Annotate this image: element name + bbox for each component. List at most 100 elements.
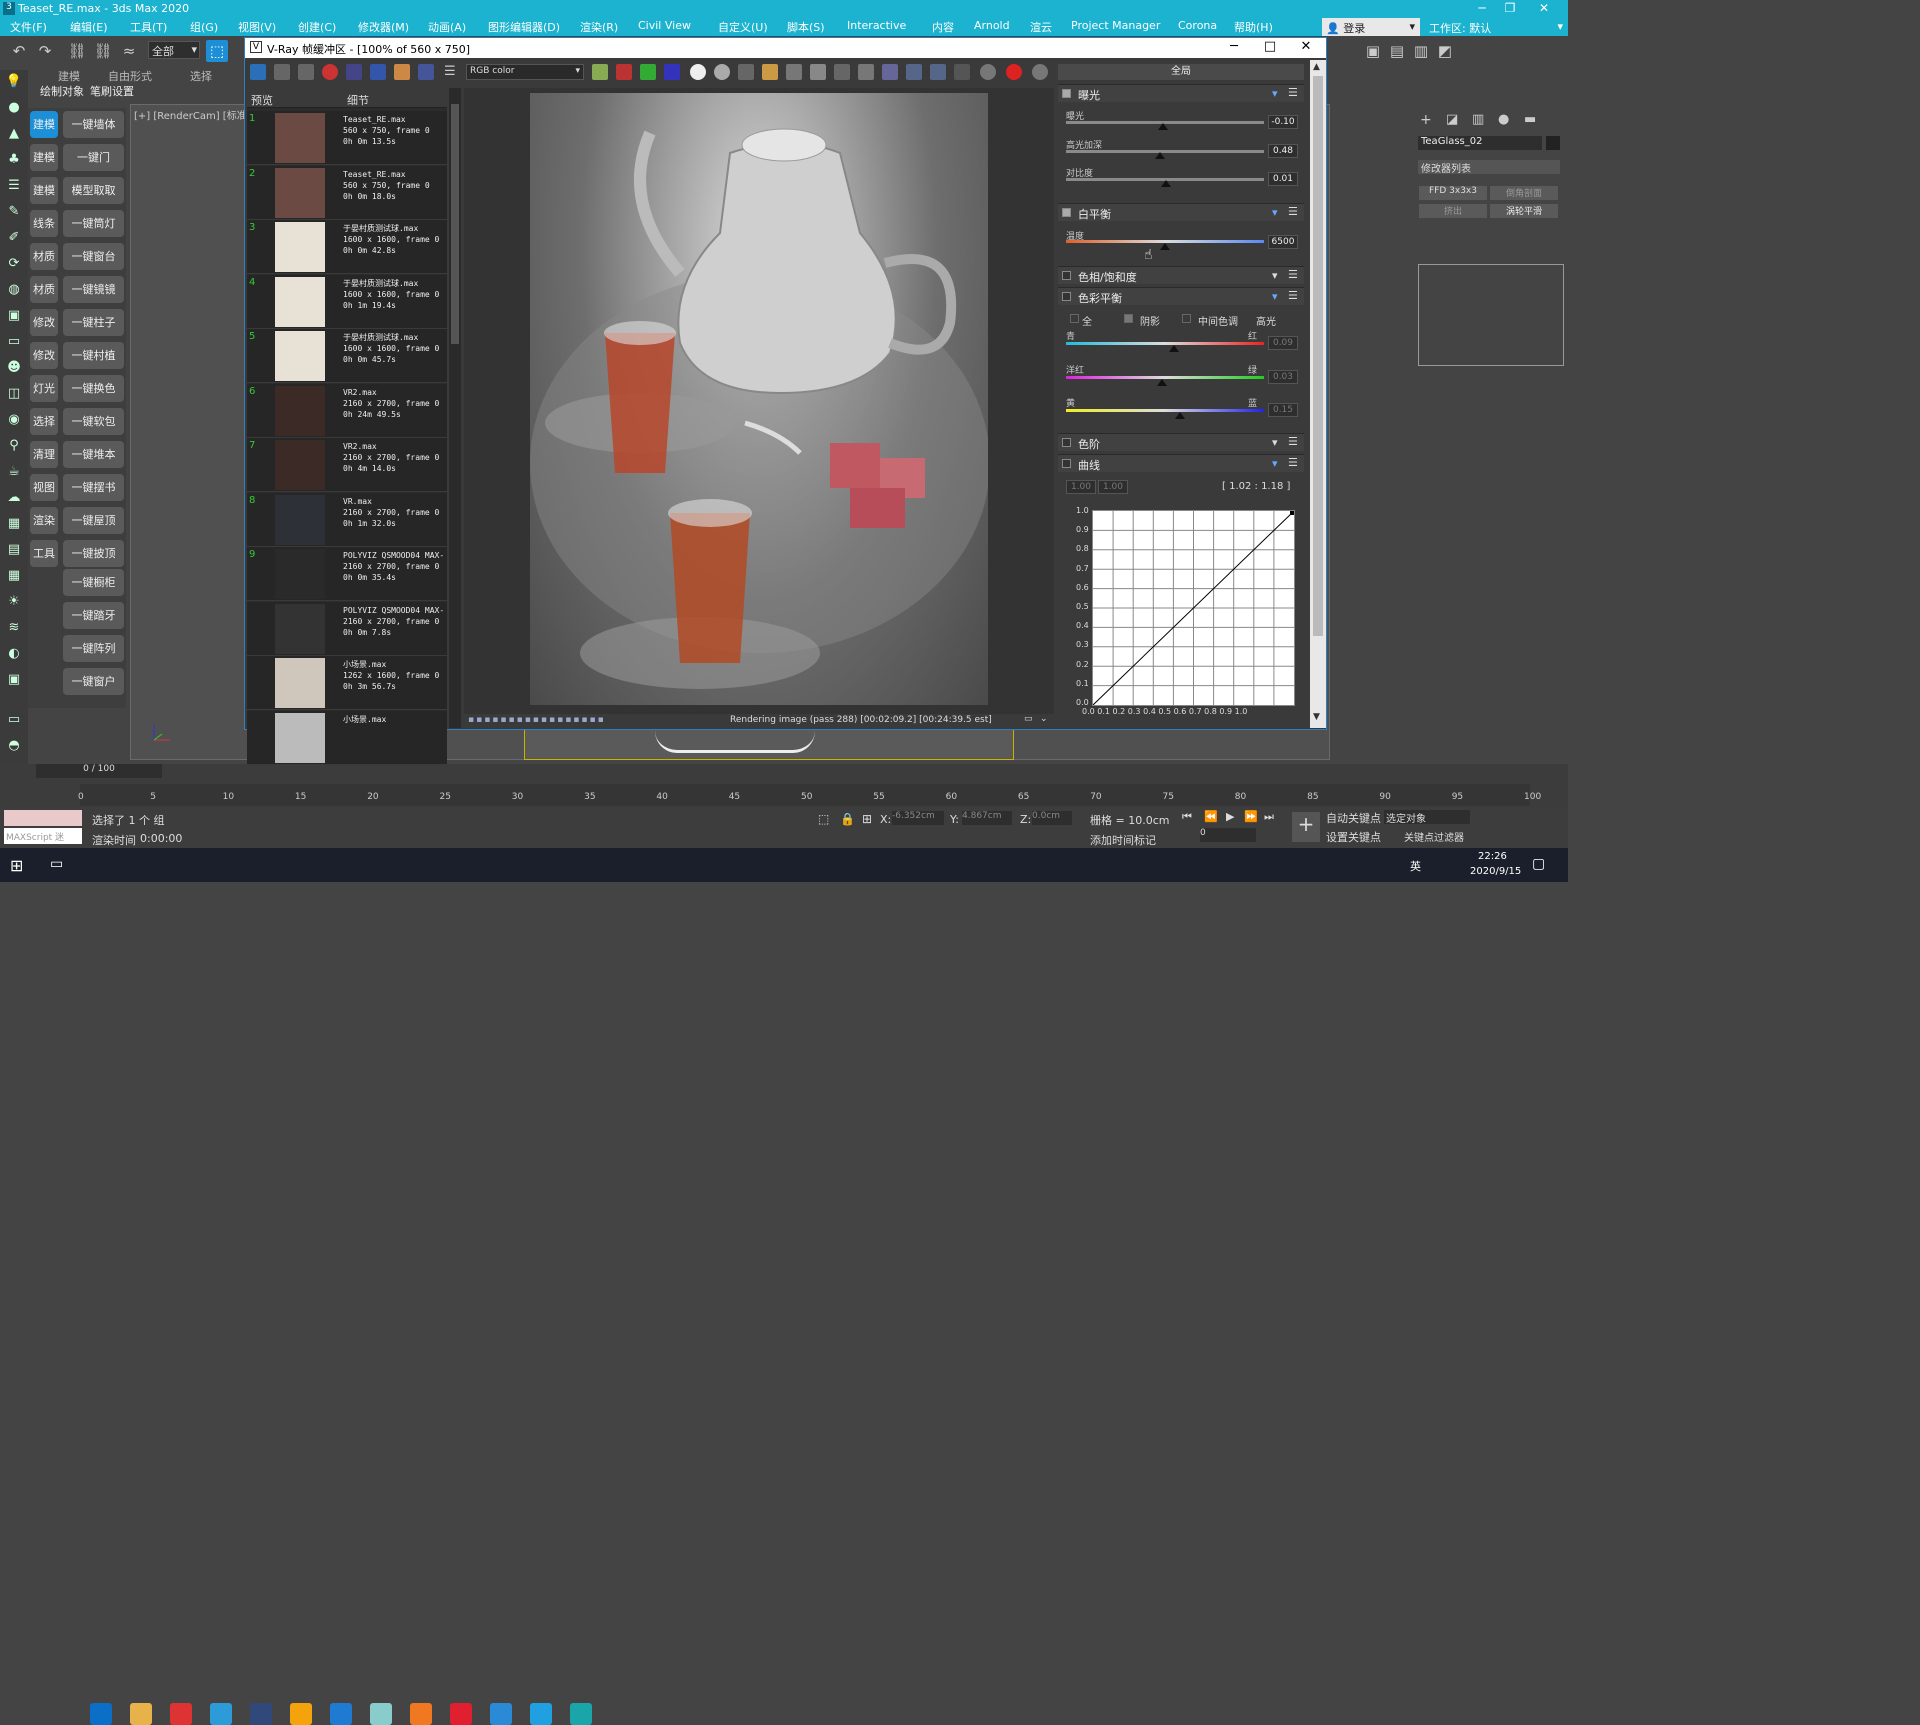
ribbon-tab-modeling[interactable]: 建模 [58, 68, 80, 84]
app-orange-icon[interactable] [410, 1703, 432, 1725]
vfb-color-icon[interactable] [592, 64, 608, 80]
menu-icon[interactable]: ☰ [1288, 435, 1298, 448]
color-balance-checkbox[interactable] [1062, 292, 1071, 301]
script-btn-cabinet[interactable]: 一键橱柜 [63, 569, 124, 596]
menu-view[interactable]: 视图(V) [238, 19, 276, 35]
script-btn-array[interactable]: 一键阵列 [63, 635, 124, 662]
paint-icon[interactable]: ◐ [4, 644, 24, 664]
expand-icon[interactable]: ▾ [1272, 457, 1278, 470]
camera-icon[interactable]: ▲ [4, 124, 24, 144]
history-thumbnail[interactable] [275, 276, 325, 327]
brush-icon[interactable]: ✐ [4, 228, 24, 248]
script-btn-slope-roof[interactable]: 一键披顶 [63, 540, 124, 567]
align-icon[interactable]: ▣ [1362, 40, 1384, 62]
netease-music-icon[interactable] [450, 1703, 472, 1725]
expand-icon[interactable]: ▾ [1272, 436, 1278, 449]
history-item[interactable]: 小场景.max 1262 x 1600, frame 0 0h 3m 56.7s [247, 656, 447, 710]
history-col-preview[interactable]: 预览 [251, 92, 273, 108]
hue-saturation-header[interactable]: 色相/饱和度 ▾ ☰ [1058, 266, 1304, 284]
grid-icon[interactable]: ▦ [4, 566, 24, 586]
menu-graph-editors[interactable]: 图形编辑器(D) [488, 19, 560, 35]
dome-icon[interactable]: ◓ [4, 736, 24, 756]
motion-icon[interactable]: ● [1498, 112, 1509, 127]
unlink-icon[interactable]: ⛓ [92, 40, 114, 62]
curves-checkbox[interactable] [1062, 459, 1071, 468]
cyan-red-value[interactable]: 0.09 [1268, 336, 1298, 350]
script-btn-downlight[interactable]: 一键筒灯 [63, 210, 124, 237]
script-btn-model2[interactable]: 建模2 [30, 144, 58, 191]
menu-tools[interactable]: 工具(T) [130, 19, 167, 35]
set-key-icon[interactable]: + [1292, 812, 1320, 842]
temperature-knob[interactable] [1160, 243, 1170, 250]
vfb-track-mouse-icon[interactable] [810, 64, 826, 80]
magenta-green-value[interactable]: 0.03 [1268, 370, 1298, 384]
script-btn-stack[interactable]: 一键堆本 [63, 441, 124, 468]
selected-objects-dropdown[interactable]: 选定对象 [1384, 810, 1470, 825]
select-object-icon[interactable]: ⬚ [206, 40, 228, 62]
object-color-swatch[interactable] [1546, 136, 1560, 150]
vfb-maximize-button[interactable]: □ [1255, 39, 1285, 54]
vfb-red-channel-icon[interactable] [616, 64, 632, 80]
add-time-tag[interactable]: 添加时间标记 [1090, 832, 1156, 848]
curves-header[interactable]: 曲线 ▾ ☰ [1058, 454, 1304, 472]
history-scrollbar[interactable] [449, 88, 461, 728]
history-item[interactable]: POLYVIZ QSMOOD04 MAX- 2160 x 2700, frame… [247, 601, 447, 656]
ffd-button[interactable]: FFD 3x3x3 [1419, 186, 1487, 200]
cloud-icon[interactable]: ☁ [4, 488, 24, 508]
script-btn-select[interactable]: 选择 [30, 408, 58, 435]
globe-icon[interactable]: ◍ [4, 280, 24, 300]
script-btn-material2[interactable]: 材质2 [30, 276, 58, 323]
vfb-lens-icon[interactable] [882, 64, 898, 80]
script-btn-mirror[interactable]: 一键镜镜 [63, 276, 124, 303]
ribbon-tab-freeform[interactable]: 自由形式 [108, 68, 152, 84]
bind-spacewarp-icon[interactable]: ≈ [118, 40, 140, 62]
vfb-denoise-icon[interactable] [930, 64, 946, 80]
balance-midtones-radio[interactable] [1182, 314, 1191, 323]
history-thumbnail[interactable] [275, 712, 325, 763]
absolute-mode-icon[interactable]: ⊞ [862, 812, 872, 826]
exposure-header[interactable]: 曝光 ▾ ☰ [1058, 84, 1304, 102]
menu-group[interactable]: 组(G) [190, 19, 218, 35]
cyan-red-slider[interactable] [1066, 342, 1264, 345]
temperature-value[interactable]: 6500 [1268, 235, 1298, 249]
balance-all-radio[interactable] [1070, 314, 1079, 323]
edge-icon[interactable] [90, 1703, 112, 1725]
curve-editor[interactable] [1092, 510, 1295, 706]
light-icon[interactable]: ☀ [4, 592, 24, 612]
yellow-blue-knob[interactable] [1175, 412, 1185, 419]
script-btn-roof[interactable]: 一键屋顶 [63, 507, 124, 534]
script-btn-skirting[interactable]: 一键踏牙 [63, 602, 124, 629]
vfb-render-last-icon[interactable] [954, 64, 970, 80]
tree-icon[interactable]: ♣ [4, 150, 24, 170]
history-item[interactable]: 2 Teaset_RE.max 560 x 750, frame 0 0h 0m … [247, 165, 447, 220]
vfb-stop-render-icon[interactable] [1006, 64, 1022, 80]
vfb-close-button[interactable]: ✕ [1291, 39, 1321, 54]
selection-filter-dropdown[interactable]: 全部 ▾ [148, 41, 200, 59]
vfb-fit-icon[interactable]: ▭ [1024, 714, 1033, 724]
expand-icon[interactable]: ▾ [1272, 206, 1278, 219]
exposure-checkbox[interactable] [1062, 89, 1071, 98]
lightbulb-icon[interactable]: 💡 [4, 72, 24, 92]
vfb-save-icon[interactable] [274, 64, 290, 80]
vfb-channel-dropdown[interactable]: RGB color ▾ [466, 64, 584, 80]
menu-modifiers[interactable]: 修改器(M) [358, 19, 409, 35]
script-btn-tools[interactable]: 工具 [30, 540, 58, 567]
maximize-button[interactable]: ❐ [1498, 1, 1522, 15]
hue-saturation-checkbox[interactable] [1062, 271, 1071, 280]
history-item[interactable]: 小场景.max [247, 710, 447, 765]
people-icon[interactable]: ☻ [4, 358, 24, 378]
notification-icon[interactable]: ▢ [1532, 856, 1545, 872]
script-btn-model1[interactable]: 建模1 [30, 111, 58, 158]
rendered-image[interactable] [530, 93, 990, 705]
curve-input-2[interactable]: 1.00 [1098, 480, 1128, 494]
time-slider[interactable]: 0 / 100 [36, 764, 162, 778]
script-btn-recolor[interactable]: 一键换色 [63, 375, 124, 402]
app-cloud-icon[interactable] [530, 1703, 552, 1725]
menu-arnold[interactable]: Arnold [974, 19, 1010, 32]
vfb-ipr-icon[interactable] [906, 64, 922, 80]
exposure-value[interactable]: -0.10 [1268, 115, 1298, 129]
highlight-burn-slider[interactable] [1066, 150, 1264, 153]
vfb-region-icon[interactable] [834, 64, 850, 80]
highlight-burn-knob[interactable] [1155, 152, 1165, 159]
vfb-menu-icon[interactable]: ☰ [444, 64, 456, 79]
